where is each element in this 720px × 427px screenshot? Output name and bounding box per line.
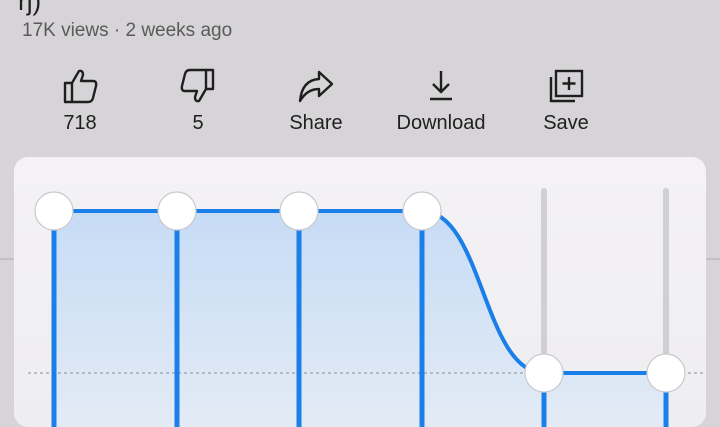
band-handle-2[interactable] bbox=[157, 191, 197, 231]
like-count: 718 bbox=[63, 112, 97, 134]
band-handle-4[interactable] bbox=[402, 191, 442, 231]
download-label: Download bbox=[396, 112, 486, 134]
divider-left bbox=[0, 258, 14, 260]
dislike-count: 5 bbox=[192, 112, 204, 134]
share-label: Share bbox=[289, 112, 343, 134]
like-button[interactable]: 718 bbox=[20, 66, 140, 142]
download-icon bbox=[430, 71, 452, 101]
band-handle-1[interactable] bbox=[34, 191, 74, 231]
save-playlist-icon bbox=[549, 69, 584, 103]
equalizer-panel bbox=[14, 157, 706, 427]
thumbs-down-icon bbox=[180, 68, 215, 103]
save-button[interactable]: Save bbox=[506, 66, 626, 142]
band-handle-5[interactable] bbox=[524, 353, 564, 393]
equalizer-graph[interactable] bbox=[14, 157, 706, 427]
share-button[interactable]: Share bbox=[256, 66, 376, 142]
equalizer-fill bbox=[54, 211, 666, 427]
thumbs-up-icon bbox=[63, 69, 98, 104]
dislike-button[interactable]: 5 bbox=[138, 66, 258, 142]
share-icon bbox=[298, 70, 334, 103]
video-meta[interactable]: 17K views · 2 weeks ago bbox=[22, 20, 232, 42]
download-button[interactable]: Download bbox=[381, 66, 501, 142]
band-handle-6[interactable] bbox=[646, 353, 686, 393]
video-title: ŋ) bbox=[18, 0, 42, 16]
divider-right bbox=[706, 258, 720, 260]
band-handle-3[interactable] bbox=[279, 191, 319, 231]
action-bar: 718 5 Share Download Save bbox=[0, 66, 720, 146]
save-label: Save bbox=[543, 112, 589, 134]
